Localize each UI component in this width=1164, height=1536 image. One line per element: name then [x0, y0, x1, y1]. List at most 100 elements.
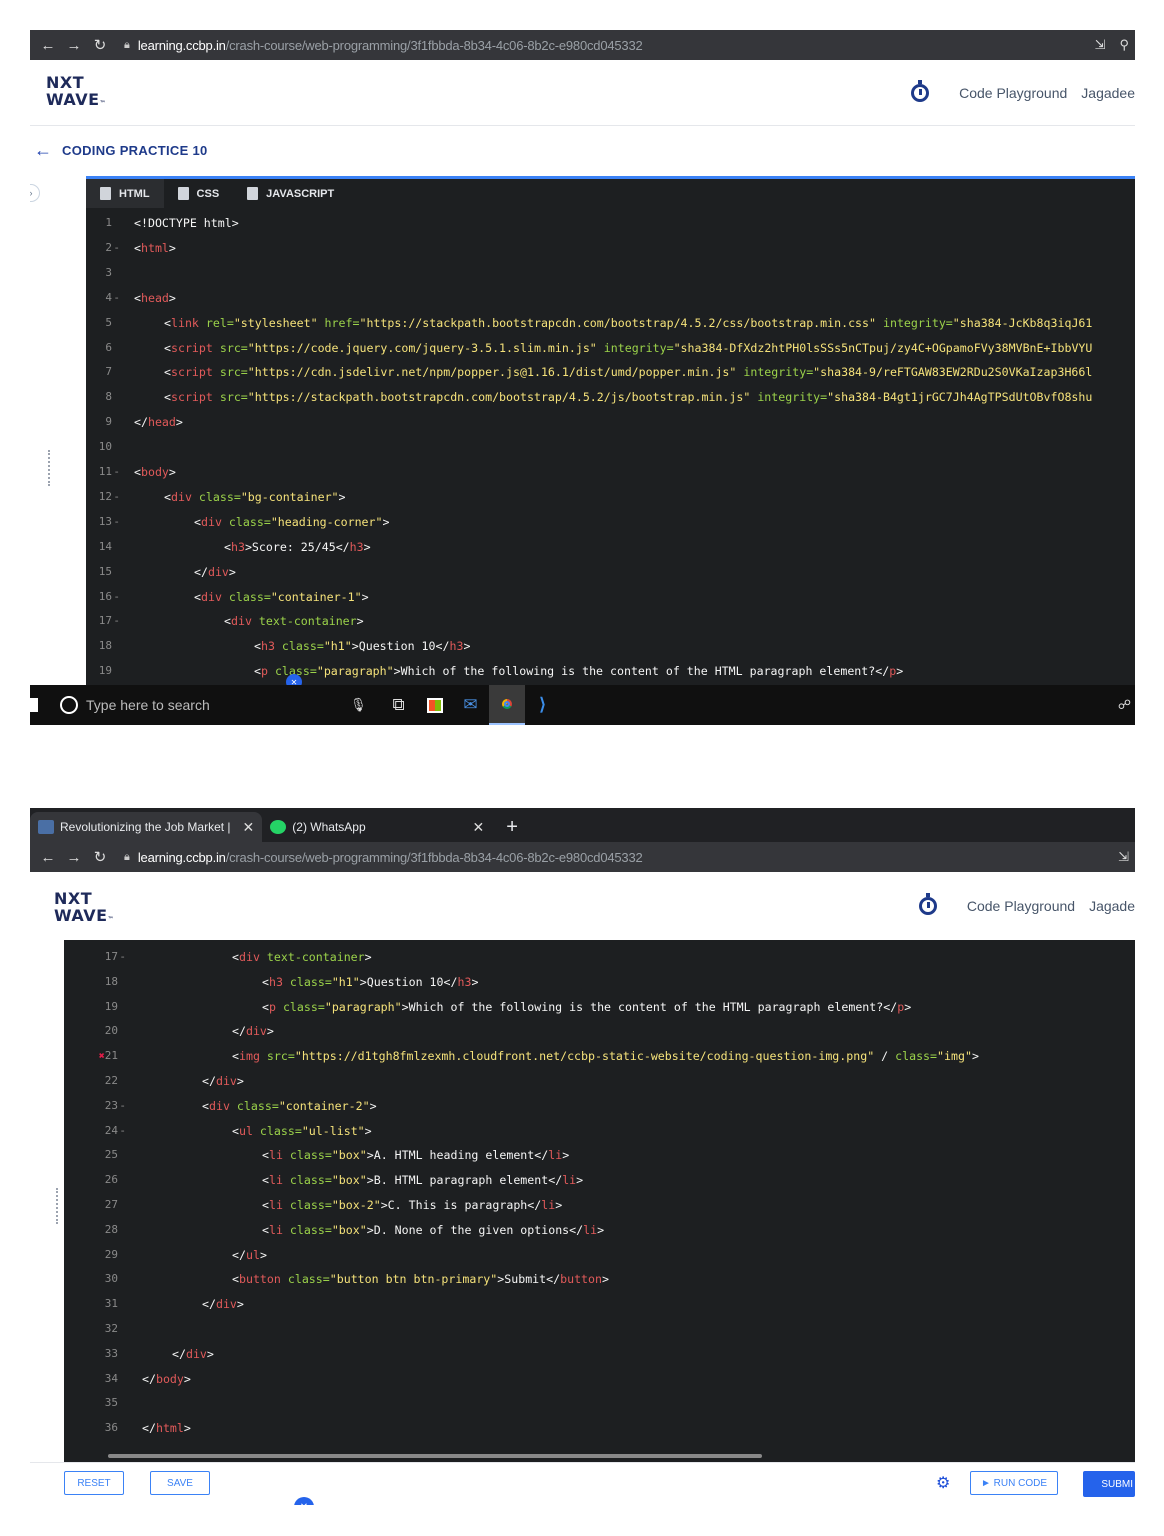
- code-line[interactable]: <link rel="stylesheet" href="https://sta…: [164, 316, 1092, 330]
- nxtwave-logo[interactable]: NXT WAVE™: [46, 74, 106, 112]
- code-editor[interactable]: 1 <!DOCTYPE html> 2- <html> 3 4- <head> 5 <li…: [86, 208, 1135, 685]
- code-token: class=: [229, 1098, 279, 1113]
- code-line[interactable]: <script src="https://code.jquery.com/jqu…: [164, 341, 1092, 355]
- code-line[interactable]: <div text-container>: [232, 950, 372, 964]
- tab-css[interactable]: CSS: [164, 179, 234, 208]
- chevron-right-icon[interactable]: ›: [30, 184, 40, 202]
- code-line[interactable]: </div>: [232, 1024, 274, 1038]
- store-icon[interactable]: [417, 685, 453, 725]
- install-app-icon[interactable]: ⇲: [1095, 37, 1106, 53]
- code-line[interactable]: <h3>Score: 25/45</h3>: [224, 540, 371, 554]
- line-number-text: 33: [104, 1346, 118, 1360]
- forward-arrow-icon[interactable]: →: [66, 849, 82, 866]
- code-line[interactable]: <h3 class="h1">Question 10</h3>: [262, 975, 478, 989]
- code-line[interactable]: <html>: [134, 241, 176, 255]
- code-line[interactable]: <p class="paragraph">Which of the follow…: [262, 1000, 911, 1014]
- code-line[interactable]: <div class="bg-container">: [164, 490, 346, 504]
- resize-handle[interactable]: [48, 450, 51, 486]
- user-name[interactable]: Jagade: [1089, 898, 1135, 914]
- code-line[interactable]: </div>: [172, 1347, 214, 1361]
- code-line[interactable]: <script src="https://stackpath.bootstrap…: [164, 390, 1092, 404]
- fold-toggle-icon[interactable]: -: [112, 490, 120, 503]
- windows-start-icon[interactable]: [30, 698, 38, 712]
- stopwatch-icon[interactable]: [911, 80, 930, 102]
- submit-button[interactable]: SUBMI: [1083, 1471, 1135, 1497]
- code-line[interactable]: <div class="heading-corner">: [194, 515, 389, 529]
- tab-html[interactable]: HTML: [86, 179, 164, 208]
- code-line[interactable]: <li class="box">B. HTML paragraph elemen…: [262, 1173, 583, 1187]
- save-button[interactable]: SAVE: [150, 1471, 210, 1495]
- fold-toggle-icon[interactable]: -: [112, 614, 120, 627]
- task-view-icon[interactable]: ⧉: [381, 685, 417, 725]
- code-line[interactable]: <div class="container-1">: [194, 590, 369, 604]
- code-line[interactable]: <p class="paragraph">Which of the follow…: [254, 664, 903, 678]
- reload-icon[interactable]: ↻: [92, 36, 108, 54]
- fold-toggle-icon[interactable]: -: [118, 1099, 126, 1112]
- mail-icon[interactable]: ✉: [453, 685, 489, 725]
- fold-toggle-icon[interactable]: -: [118, 1124, 126, 1137]
- code-line[interactable]: </html>: [142, 1421, 191, 1435]
- close-tab-icon[interactable]: ✕: [473, 819, 485, 836]
- back-arrow-icon[interactable]: ←: [40, 37, 56, 54]
- code-line[interactable]: <li class="box">A. HTML heading element<…: [262, 1148, 569, 1162]
- code-playground-link[interactable]: Code Playground: [967, 898, 1075, 914]
- code-line[interactable]: <div class="container-2">: [202, 1099, 377, 1113]
- code-line[interactable]: </body>: [142, 1372, 191, 1386]
- code-token: >: [338, 489, 346, 504]
- vscode-icon[interactable]: ⟩: [525, 685, 561, 725]
- fold-toggle-icon[interactable]: -: [118, 950, 126, 963]
- taskbar-search[interactable]: Type here to search: [60, 696, 370, 714]
- run-code-button[interactable]: ► RUN CODE: [970, 1471, 1058, 1495]
- user-name[interactable]: Jagadee: [1081, 85, 1135, 101]
- code-line[interactable]: <button class="button btn btn-primary">S…: [232, 1272, 609, 1286]
- code-playground-link[interactable]: Code Playground: [959, 85, 1067, 101]
- close-icon[interactable]: ✕: [294, 1497, 314, 1505]
- forward-arrow-icon[interactable]: →: [66, 37, 82, 54]
- fold-toggle-icon[interactable]: -: [112, 590, 120, 603]
- nxtwave-logo[interactable]: NXT WAVE™: [54, 890, 114, 928]
- install-app-icon[interactable]: ⇲: [1118, 849, 1129, 865]
- code-line[interactable]: </div>: [202, 1074, 244, 1088]
- code-token: html: [155, 1421, 184, 1436]
- code-token: "box-2": [331, 1198, 381, 1212]
- new-tab-button[interactable]: +: [506, 812, 518, 842]
- code-line[interactable]: <script src="https://cdn.jsdelivr.net/np…: [164, 365, 1092, 379]
- code-line[interactable]: <h3 class="h1">Question 10</h3>: [254, 639, 470, 653]
- fold-toggle-icon[interactable]: -: [112, 515, 120, 528]
- code-line[interactable]: <ul class="ul-list">: [232, 1124, 372, 1138]
- url-field[interactable]: learning.ccbp.in/crash-course/web-progra…: [138, 38, 643, 53]
- line-number-text: 11: [98, 465, 112, 478]
- reload-icon[interactable]: ↻: [92, 848, 108, 866]
- code-line[interactable]: <!DOCTYPE html>: [134, 216, 239, 230]
- gear-icon[interactable]: ⚙: [936, 1473, 950, 1493]
- back-arrow-icon[interactable]: ←: [40, 849, 56, 866]
- url-field[interactable]: learning.ccbp.in/crash-course/web-progra…: [138, 850, 643, 865]
- code-line[interactable]: <li class="box-2">C. This is paragraph</…: [262, 1198, 562, 1212]
- code-line[interactable]: <div text-container>: [224, 614, 364, 628]
- back-arrow-icon[interactable]: ←: [34, 140, 52, 161]
- browser-tab[interactable]: Revolutionizing the Job Market | ✕: [30, 812, 263, 842]
- code-line[interactable]: <li class="box">D. None of the given opt…: [262, 1223, 604, 1237]
- microphone-icon[interactable]: 🎙︎: [350, 697, 367, 713]
- people-icon[interactable]: ☍: [1118, 697, 1131, 713]
- code-editor[interactable]: 17- <div text-container> 18 <h3 class="h1"…: [64, 940, 1135, 1462]
- fold-toggle-icon[interactable]: -: [112, 241, 120, 254]
- code-line[interactable]: </div>: [194, 565, 236, 579]
- code-line[interactable]: <img src="https://d1tgh8fmlzexmh.cloudfr…: [232, 1049, 979, 1063]
- stopwatch-icon[interactable]: [918, 893, 937, 915]
- search-icon[interactable]: ⚲: [1119, 37, 1129, 53]
- fold-toggle-icon[interactable]: -: [112, 291, 120, 304]
- horizontal-scrollbar[interactable]: [108, 1454, 762, 1458]
- close-tab-icon[interactable]: ✕: [243, 819, 255, 836]
- resize-handle[interactable]: [56, 1188, 59, 1224]
- chrome-icon[interactable]: [488, 685, 525, 725]
- reset-button[interactable]: RESET: [64, 1471, 124, 1495]
- code-line[interactable]: </head>: [134, 415, 183, 429]
- browser-tab[interactable]: (2) WhatsApp ✕: [262, 812, 492, 842]
- code-line[interactable]: </div>: [202, 1297, 244, 1311]
- code-line[interactable]: <body>: [134, 465, 176, 479]
- tab-javascript[interactable]: JAVASCRIPT: [233, 179, 348, 208]
- fold-toggle-icon[interactable]: -: [112, 465, 120, 478]
- code-line[interactable]: </ul>: [232, 1248, 267, 1262]
- code-line[interactable]: <head>: [134, 291, 176, 305]
